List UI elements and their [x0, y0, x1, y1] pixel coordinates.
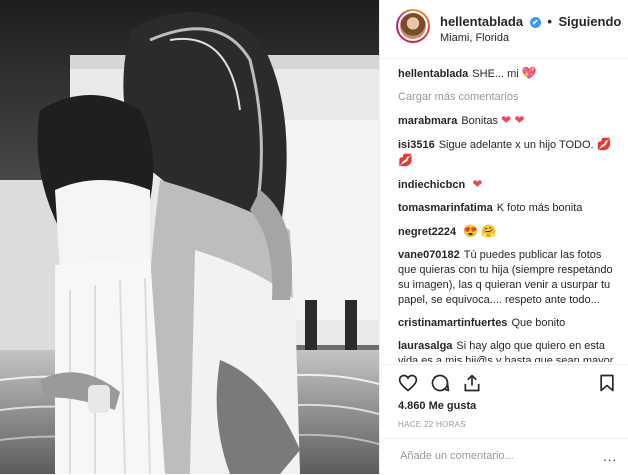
comment-username[interactable]: laurasalga — [398, 340, 452, 352]
post-photo[interactable] — [0, 0, 379, 474]
caption: hellentablada SHE... mi 💖 — [398, 66, 615, 82]
verified-badge-icon: ✔ — [529, 17, 541, 28]
list-item: marabmara Bonitas ❤ ❤ — [398, 113, 615, 129]
comment-text: K foto más bonita — [496, 202, 583, 214]
comment-input[interactable] — [398, 449, 602, 463]
list-item: negret2224 😍 🤗 — [398, 224, 615, 240]
username-link[interactable]: hellentablada — [440, 14, 523, 29]
load-more-comments-button[interactable]: Cargar más comentarios — [398, 90, 615, 105]
photo-illustration — [0, 0, 379, 474]
comment-username[interactable]: vane070182 — [398, 249, 460, 261]
likes-count[interactable]: 4.860 Me gusta — [398, 400, 476, 412]
list-item: isi3516 Sigue adelante x un hijo TODO. 💋 … — [398, 137, 615, 169]
sparkling-heart-icon: 💖 — [521, 66, 537, 80]
comment-username[interactable]: isi3516 — [398, 139, 435, 151]
comment-username[interactable]: marabmara — [398, 115, 457, 127]
more-options-icon[interactable]: ... — [603, 449, 617, 464]
share-icon[interactable] — [462, 373, 482, 393]
smiling-hugging-emoji-icon: 😍 🤗 — [463, 224, 497, 238]
list-item: vane070182 Tú puedes publicar las fotos q… — [398, 248, 615, 308]
comment-username[interactable]: indiechicbcn — [398, 179, 465, 191]
post-header: hellentablada ✔ • Siguiendo Miami, Flori… — [380, 0, 628, 59]
heart-emoji-icon: ❤ ❤ — [501, 113, 525, 127]
avatar[interactable] — [396, 9, 430, 43]
comment-icon[interactable] — [430, 373, 450, 393]
list-item: tomasmarinfatima K foto más bonita — [398, 201, 615, 216]
heart-outline-icon[interactable] — [398, 373, 418, 393]
separator-dot: • — [547, 14, 552, 29]
caption-username[interactable]: hellentablada — [398, 68, 468, 80]
comment-username[interactable]: negret2224 — [398, 226, 456, 238]
post-side-panel: hellentablada ✔ • Siguiendo Miami, Flori… — [379, 0, 628, 474]
caption-text: SHE... mi — [472, 68, 519, 80]
comment-username[interactable]: tomasmarinfatima — [398, 202, 493, 214]
comment-text: Bonitas — [461, 115, 499, 127]
add-comment-bar: ... — [380, 438, 628, 475]
comment-text: Sigue adelante x un hijo TODO. — [438, 139, 594, 151]
header-user-row: hellentablada ✔ • Siguiendo — [440, 14, 621, 29]
bookmark-icon[interactable] — [597, 373, 617, 393]
location-link[interactable]: Miami, Florida — [440, 32, 509, 44]
heart-emoji-icon: ❤ — [472, 177, 483, 191]
comment-username[interactable]: cristinamartinfuertes — [398, 317, 507, 329]
comments-list[interactable]: hellentablada SHE... mi 💖 Cargar más come… — [380, 66, 628, 362]
list-item: laurasalga Si hay algo que quiero en esta… — [398, 339, 615, 362]
list-item: cristinamartinfuertes Que bonito — [398, 316, 615, 331]
post-timestamp: HACE 22 HORAS — [398, 420, 466, 429]
list-item: indiechicbcn ❤ — [398, 177, 615, 193]
following-button[interactable]: Siguiendo — [559, 14, 622, 29]
comment-text: Que bonito — [511, 317, 566, 329]
action-bar — [380, 364, 628, 399]
